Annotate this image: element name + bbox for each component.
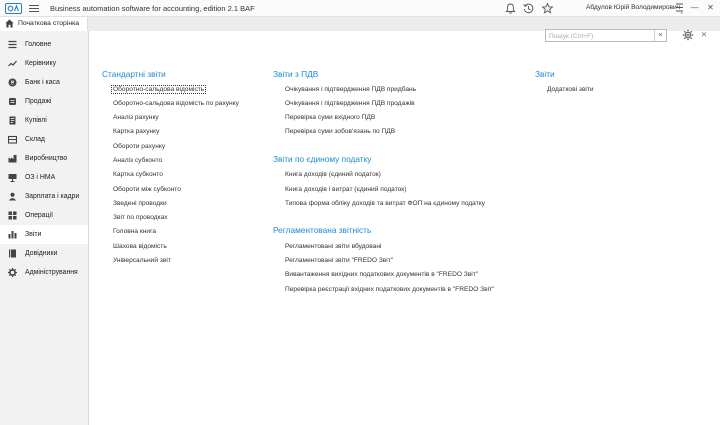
home-icon — [5, 19, 14, 28]
people-icon — [8, 192, 17, 201]
app-logo-icon — [5, 3, 22, 14]
report-link[interactable]: Аналіз субконто — [113, 157, 162, 164]
report-link[interactable]: Вивантаження вихідних податкових докумен… — [285, 271, 478, 278]
history-icon[interactable] — [522, 2, 535, 15]
report-link[interactable]: Регламентовані звіти "FREDO Звіт" — [285, 257, 393, 264]
sidebar-item-label: Купівлі — [25, 117, 47, 124]
report-link[interactable]: Оборотно-сальдова відомість по рахунку — [113, 100, 239, 107]
sidebar-item-reports[interactable]: Звіти — [0, 225, 88, 244]
search-placeholder: Пошук (Ctrl+F) — [549, 32, 594, 40]
report-link[interactable]: Очікування і підтвердження ПДВ продажів — [285, 100, 415, 107]
star-icon[interactable] — [541, 2, 554, 15]
tab-home-label: Початкова сторінка — [18, 20, 79, 27]
report-link[interactable]: Оборотно-сальдова відомість — [111, 85, 207, 94]
sidebar-item-operations[interactable]: Операції — [0, 206, 88, 225]
report-link[interactable]: Регламентовані звіти вбудовані — [285, 243, 381, 250]
report-link[interactable]: Зведені проводки — [113, 200, 167, 207]
close-window-button[interactable]: ✕ — [704, 1, 717, 15]
cart-icon — [9, 98, 16, 105]
app-title: Business automation software for account… — [50, 4, 255, 13]
book-icon — [9, 249, 16, 258]
report-link[interactable]: Перевірка суми вхідного ПДВ — [285, 114, 375, 121]
sidebar-item-salary[interactable]: Зарплата і кадри — [0, 187, 88, 206]
sidebar-item-purchases[interactable]: Купівлі — [0, 111, 88, 130]
report-link[interactable]: Додаткові звіти — [547, 86, 594, 93]
sidebar-item-label: Довідники — [25, 250, 58, 257]
report-link[interactable]: Типова форма обліку доходів та витрат ФО… — [285, 200, 485, 207]
sidebar-item-label: ОЗ і НМА — [25, 174, 56, 181]
sidebar-item-directories[interactable]: Довідники — [0, 244, 88, 263]
sidebar-item-bank[interactable]: ₴ Банк і каса — [0, 73, 88, 92]
report-link[interactable]: Книга доходів (єдиний податок) — [285, 171, 381, 178]
section-title-single-tax: Звіти по єдиному податку — [273, 154, 372, 164]
close-panel-icon[interactable]: ✕ — [699, 29, 709, 41]
report-link[interactable]: Очікування і підтвердження ПДВ придбань — [285, 86, 416, 93]
user-menu-icon[interactable] — [675, 3, 684, 14]
sidebar-item-label: Адміністрування — [25, 269, 78, 276]
sidebar-item-label: Керівнику — [25, 60, 57, 67]
user-name[interactable]: Абдулов Юрій Володимирович — [586, 4, 680, 11]
menu-lines-icon — [8, 40, 17, 49]
sidebar-item-label: Виробництво — [25, 155, 68, 162]
tab-home[interactable]: Початкова сторінка — [0, 17, 88, 31]
report-link[interactable]: Перевірка реєстрації вхідних податкових … — [285, 286, 494, 293]
sidebar-item-label: Склад — [25, 136, 45, 143]
gear-icon — [8, 268, 17, 277]
title-bar: Business automation software for account… — [0, 0, 720, 17]
report-link[interactable]: Звіт по проводках — [113, 214, 168, 221]
report-link[interactable]: Обороти між субконто — [113, 186, 181, 193]
minimize-button[interactable]: — — [688, 1, 701, 15]
sidebar-item-sales[interactable]: Продажі — [0, 92, 88, 111]
reports-panel: Пошук (Ctrl+F) × ✕ Стандартні звіти Обор… — [88, 29, 720, 425]
report-link[interactable]: Головна книга — [113, 228, 156, 235]
sidebar: Головне Керівнику ₴ Банк і каса Продажі … — [0, 31, 88, 425]
sidebar-item-label: Операції — [25, 212, 53, 219]
trend-icon — [8, 60, 17, 67]
clear-search-icon[interactable]: × — [654, 30, 666, 41]
report-link[interactable]: Шахова відомість — [113, 243, 167, 250]
bell-icon[interactable] — [504, 2, 517, 15]
sidebar-item-label: Продажі — [25, 98, 52, 105]
report-link[interactable]: Обороти рахунку — [113, 143, 165, 150]
operations-icon — [8, 211, 17, 220]
section-title-reports: Звіти — [535, 69, 555, 79]
report-link[interactable]: Аналіз рахунку — [113, 114, 159, 121]
sidebar-item-manager[interactable]: Керівнику — [0, 54, 88, 73]
search-input[interactable]: Пошук (Ctrl+F) × — [545, 29, 667, 42]
settings-icon[interactable] — [682, 29, 694, 41]
sidebar-item-warehouse[interactable]: Склад — [0, 130, 88, 149]
section-title-regulated: Регламентована звітність — [273, 225, 372, 235]
asset-icon — [8, 174, 17, 182]
bar-chart-icon — [8, 231, 17, 239]
sidebar-item-admin[interactable]: Адміністрування — [0, 263, 88, 282]
section-title-standard: Стандартні звіти — [102, 69, 166, 79]
coin-icon: ₴ — [8, 78, 17, 87]
report-link[interactable]: Картка субконто — [113, 171, 163, 178]
receipt-icon — [9, 116, 16, 125]
sidebar-item-production[interactable]: Виробництво — [0, 149, 88, 168]
sidebar-item-label: Звіти — [25, 231, 42, 238]
report-link[interactable]: Картка рахунку — [113, 128, 159, 135]
report-link[interactable]: Книга доходів і витрат (єдиний податок) — [285, 186, 406, 193]
report-link[interactable]: Універсальний звіт — [113, 257, 171, 264]
sidebar-item-assets[interactable]: ОЗ і НМА — [0, 168, 88, 187]
sidebar-item-label: Зарплата і кадри — [25, 193, 80, 200]
sidebar-item-main[interactable]: Головне — [0, 35, 88, 54]
report-link[interactable]: Перевірка суми зобов'язань по ПДВ — [285, 128, 395, 135]
main-menu-icon[interactable] — [28, 3, 40, 14]
warehouse-icon — [8, 135, 17, 144]
factory-icon — [8, 155, 17, 163]
section-title-vat: Звіти з ПДВ — [273, 69, 319, 79]
sidebar-item-label: Банк і каса — [25, 79, 60, 86]
sidebar-item-label: Головне — [25, 41, 52, 48]
